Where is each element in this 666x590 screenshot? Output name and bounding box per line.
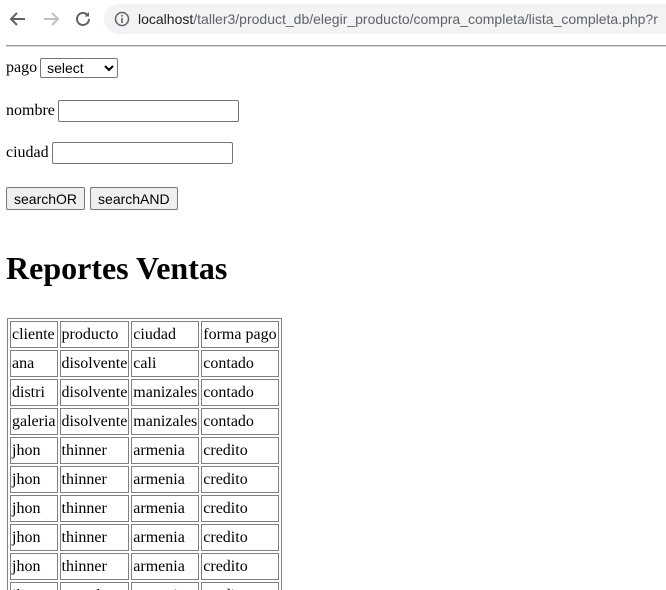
table-cell: disolvente	[59, 379, 130, 406]
info-icon[interactable]	[114, 11, 130, 27]
pago-row: pago select	[6, 58, 119, 78]
table-cell: credito	[201, 495, 279, 522]
table-row: jhon thinner armenia credito	[10, 495, 279, 522]
reload-button[interactable]	[71, 7, 95, 31]
arrow-right-icon	[44, 12, 60, 26]
report-table: cliente producto ciudad forma pago ana disolv…	[7, 318, 282, 590]
column-header: forma pago	[201, 321, 279, 348]
url-text: localhost/taller3/product_db/elegir_prod…	[138, 11, 658, 27]
table-cell: cali	[131, 350, 200, 377]
nombre-label: nombre	[6, 102, 55, 119]
search-and-button[interactable]: searchAND	[90, 187, 178, 210]
table-row: jhon thinner armenia credito	[10, 437, 279, 464]
ciudad-row: ciudad	[6, 142, 233, 164]
table-cell: armenia	[131, 524, 200, 551]
pago-select[interactable]: select	[40, 58, 119, 78]
table-cell: disolvente	[59, 408, 130, 435]
table-cell: armenia	[131, 437, 200, 464]
table-cell: disolvente	[59, 350, 130, 377]
table-cell: distri	[10, 379, 58, 406]
forward-button[interactable]	[39, 7, 63, 31]
pago-label: pago	[6, 59, 38, 76]
table-row: ana disolvente cali contado	[10, 350, 279, 377]
nombre-input[interactable]	[57, 100, 239, 122]
table-cell: credito	[201, 437, 279, 464]
table-row: distri disolvente manizales contado	[10, 379, 279, 406]
table-cell: credito	[201, 466, 279, 493]
table-cell: thinner	[59, 553, 130, 580]
back-button[interactable]	[6, 7, 30, 31]
ciudad-label: ciudad	[6, 144, 49, 161]
table-cell: manizales	[131, 379, 200, 406]
table-cell: credito	[201, 582, 279, 590]
search-buttons: searchOR searchAND	[6, 187, 183, 210]
table-cell: jhon	[10, 495, 58, 522]
table-cell: credito	[201, 553, 279, 580]
arrow-left-icon	[9, 12, 25, 26]
table-cell: ana	[10, 350, 58, 377]
table-cell: varsol	[59, 582, 130, 590]
ciudad-input[interactable]	[51, 142, 233, 164]
table-cell: jhon	[10, 437, 58, 464]
column-header: cliente	[10, 321, 58, 348]
table-cell: armenia	[131, 495, 200, 522]
table-cell: credito	[201, 524, 279, 551]
table-cell: manizales	[131, 408, 200, 435]
table-cell: jhon	[10, 524, 58, 551]
table-cell: jhon	[10, 466, 58, 493]
table-cell: thinner	[59, 437, 130, 464]
table-cell: armenia	[131, 466, 200, 493]
url-path: /taller3/product_db/elegir_producto/comp…	[193, 11, 658, 27]
address-bar[interactable]: localhost/taller3/product_db/elegir_prod…	[104, 4, 666, 34]
page-title: Reportes Ventas	[6, 250, 228, 286]
horizontal-rule	[6, 45, 666, 47]
table-header-row: cliente producto ciudad forma pago	[10, 321, 279, 348]
table-cell: thinner	[59, 466, 130, 493]
browser-toolbar: localhost/taller3/product_db/elegir_prod…	[0, 0, 666, 38]
reload-icon	[76, 12, 90, 26]
table-cell: contado	[201, 350, 279, 377]
table-cell: thinner	[59, 495, 130, 522]
table-row: jhon thinner armenia credito	[10, 553, 279, 580]
table-cell: jhon	[10, 582, 58, 590]
table-cell: contado	[201, 408, 279, 435]
table-row: jhonvarsolarmeniacredito	[10, 582, 279, 590]
search-or-button[interactable]: searchOR	[6, 187, 86, 210]
nombre-row: nombre	[6, 100, 239, 122]
table-row: jhon thinner armenia credito	[10, 524, 279, 551]
table-row: jhon thinner armenia credito	[10, 466, 279, 493]
table-cell: galeria	[10, 408, 58, 435]
column-header: producto	[59, 321, 130, 348]
table-cell: thinner	[59, 524, 130, 551]
table-row: galeria disolvente manizales contado	[10, 408, 279, 435]
table-cell: armenia	[131, 582, 200, 590]
url-host: localhost	[138, 11, 194, 27]
table-cell: contado	[201, 379, 279, 406]
column-header: ciudad	[131, 321, 200, 348]
table-cell: armenia	[131, 553, 200, 580]
table-cell: jhon	[10, 553, 58, 580]
